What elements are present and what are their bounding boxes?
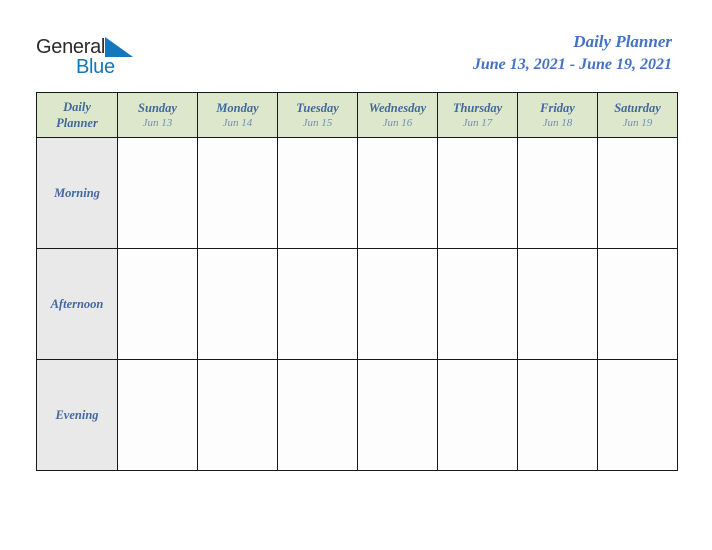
row-label-text: Morning (54, 186, 100, 200)
corner-header-cell: Daily Planner (36, 92, 118, 138)
triangle-icon (105, 37, 134, 62)
day-name-label: Saturday (614, 100, 661, 115)
slot-morning-tuesday[interactable] (277, 137, 358, 249)
day-date-label: Jun 18 (542, 116, 573, 129)
slot-afternoon-thursday[interactable] (437, 248, 518, 360)
brand-logo-bottom-row: Blue (36, 56, 166, 78)
day-name-label: Sunday (138, 100, 177, 115)
day-date-label: Jun 17 (462, 116, 493, 129)
slot-afternoon-monday[interactable] (197, 248, 278, 360)
planner-table: Daily Planner Sunday Jun 13 Monday Jun 1… (36, 92, 678, 471)
title-block: Daily Planner June 13, 2021 - June 19, 2… (473, 32, 672, 75)
slot-evening-thursday[interactable] (437, 359, 518, 471)
slot-evening-sunday[interactable] (117, 359, 198, 471)
brand-logo-top-row: General (36, 36, 166, 58)
slot-evening-tuesday[interactable] (277, 359, 358, 471)
table-row: Afternoon (36, 248, 678, 360)
table-row: Morning (36, 137, 678, 249)
day-date-label: Jun 16 (382, 116, 413, 129)
slot-afternoon-sunday[interactable] (117, 248, 198, 360)
day-name-label: Thursday (452, 100, 503, 115)
day-header-saturday: Saturday Jun 19 (597, 92, 678, 138)
day-name-label: Monday (216, 100, 259, 115)
slot-afternoon-friday[interactable] (517, 248, 598, 360)
day-date-label: Jun 13 (142, 116, 173, 129)
slot-evening-monday[interactable] (197, 359, 278, 471)
day-name-label: Wednesday (368, 100, 427, 115)
slot-morning-sunday[interactable] (117, 137, 198, 249)
slot-afternoon-saturday[interactable] (597, 248, 678, 360)
day-name-label: Friday (540, 100, 575, 115)
slot-evening-friday[interactable] (517, 359, 598, 471)
row-label-morning: Morning (36, 137, 118, 249)
slot-morning-thursday[interactable] (437, 137, 518, 249)
slot-morning-wednesday[interactable] (357, 137, 438, 249)
day-date-label: Jun 15 (302, 116, 333, 129)
day-header-wednesday: Wednesday Jun 16 (357, 92, 438, 138)
corner-title-line1: Daily (63, 100, 91, 114)
day-header-sunday: Sunday Jun 13 (117, 92, 198, 138)
day-name-label: Tuesday (296, 100, 339, 115)
day-header-thursday: Thursday Jun 17 (437, 92, 518, 138)
row-label-evening: Evening (36, 359, 118, 471)
slot-morning-friday[interactable] (517, 137, 598, 249)
brand-logo[interactable]: General Blue (36, 36, 166, 80)
page-title: Daily Planner (573, 32, 672, 51)
slot-morning-saturday[interactable] (597, 137, 678, 249)
header-row: Daily Planner Sunday Jun 13 Monday Jun 1… (36, 92, 678, 138)
slot-afternoon-tuesday[interactable] (277, 248, 358, 360)
brand-name-general: General (36, 36, 106, 58)
slot-morning-monday[interactable] (197, 137, 278, 249)
slot-evening-saturday[interactable] (597, 359, 678, 471)
corner-title-line2: Planner (56, 116, 98, 130)
day-header-monday: Monday Jun 14 (197, 92, 278, 138)
date-range-subtitle: June 13, 2021 - June 19, 2021 (472, 56, 672, 73)
slot-evening-wednesday[interactable] (357, 359, 438, 471)
row-label-text: Evening (55, 408, 99, 422)
day-header-tuesday: Tuesday Jun 15 (277, 92, 358, 138)
planner-table-head: Daily Planner Sunday Jun 13 Monday Jun 1… (36, 92, 678, 138)
slot-afternoon-wednesday[interactable] (357, 248, 438, 360)
day-header-friday: Friday Jun 18 (517, 92, 598, 138)
day-date-label: Jun 14 (222, 116, 253, 129)
day-date-label: Jun 19 (622, 116, 653, 129)
row-label-afternoon: Afternoon (36, 248, 118, 360)
page-header: General Blue Daily Planner June 13, 2021… (0, 0, 712, 92)
row-label-text: Afternoon (50, 297, 104, 311)
planner-table-body: Morning Afternoon Evening (36, 137, 678, 471)
table-row: Evening (36, 359, 678, 471)
